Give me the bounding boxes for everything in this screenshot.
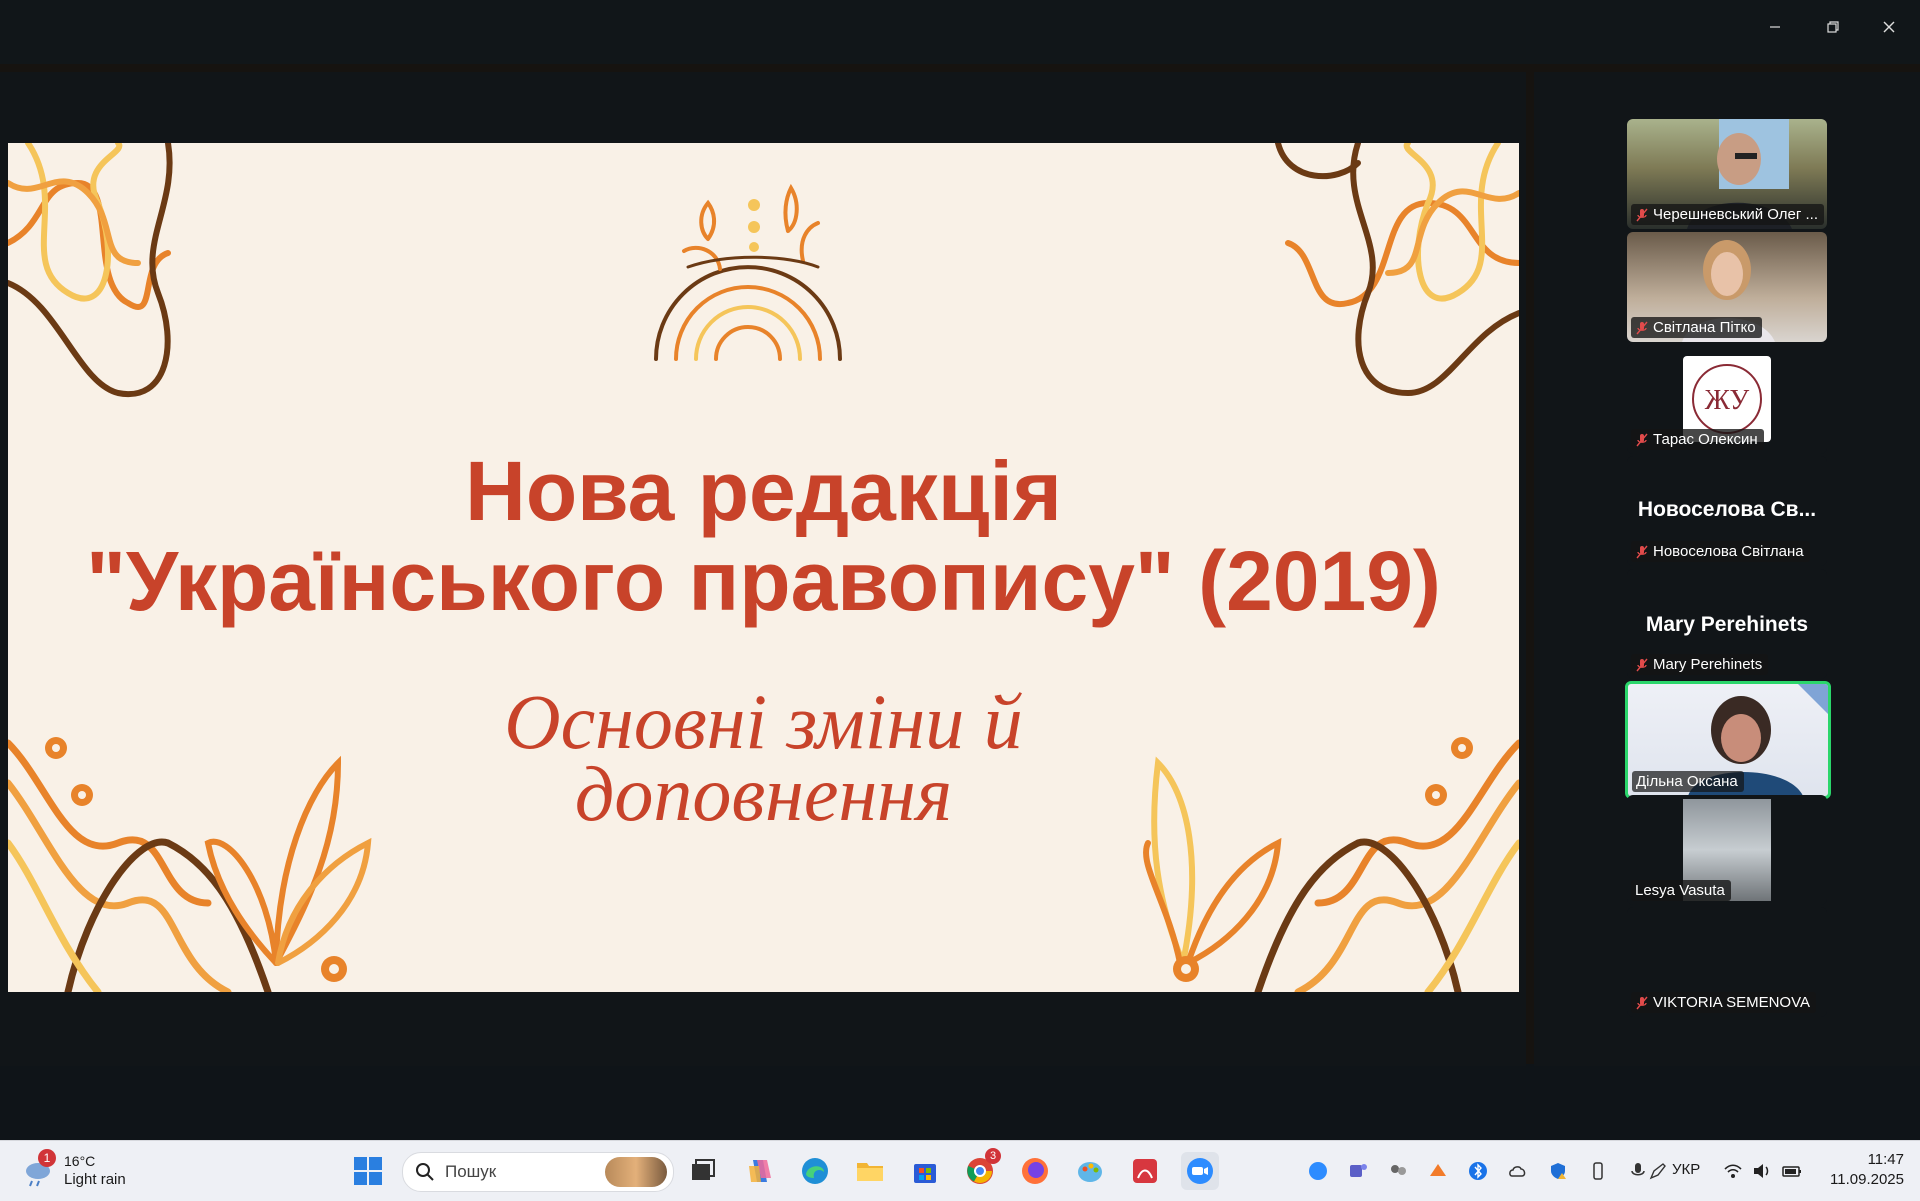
- participant-tile[interactable]: ЖУ Тарас Олексин: [1627, 344, 1827, 454]
- paint-icon[interactable]: [1071, 1152, 1109, 1190]
- volume-icon[interactable]: [1752, 1161, 1772, 1181]
- weather-temp: 16°C: [64, 1153, 96, 1169]
- weather-widget[interactable]: 1 16°C Light rain: [22, 1149, 132, 1191]
- muted-mic-icon: [1636, 545, 1648, 558]
- copilot-icon[interactable]: [741, 1152, 779, 1190]
- participant-tile[interactable]: VIKTORIA SEMENOVA: [1627, 907, 1827, 1017]
- close-icon[interactable]: [1866, 12, 1912, 42]
- people-icon[interactable]: [1388, 1161, 1408, 1181]
- participant-name-label: VIKTORIA SEMENOVA: [1631, 992, 1816, 1013]
- presentation-slide: Нова редакція "Українського правопису" (…: [8, 143, 1519, 992]
- search-icon: [416, 1163, 434, 1181]
- participant-name-label: Черешневський Олег ...: [1631, 204, 1825, 225]
- zoom-tray-icon[interactable]: [1308, 1161, 1328, 1181]
- taskbar-search[interactable]: Пошук: [402, 1152, 674, 1192]
- firefox-icon[interactable]: [1016, 1152, 1054, 1190]
- zoom-icon[interactable]: [1181, 1152, 1219, 1190]
- clock-time[interactable]: 11:47: [1820, 1151, 1904, 1168]
- participant-tile[interactable]: Новоселова Св... Новоселова Світлана: [1627, 456, 1827, 566]
- pen-icon[interactable]: [1648, 1161, 1668, 1181]
- participant-tile[interactable]: Mary Perehinets Mary Perehinets: [1627, 569, 1827, 679]
- chrome-icon[interactable]: 3: [961, 1148, 1001, 1190]
- participant-name-label: Mary Perehinets: [1631, 654, 1769, 675]
- clock-date[interactable]: 11.09.2025: [1814, 1171, 1904, 1188]
- muted-mic-icon: [1636, 208, 1648, 221]
- windows-taskbar: 1 16°C Light rain Пошук 3 УКР 11:47 11.0…: [0, 1140, 1920, 1201]
- muted-mic-icon: [1636, 658, 1648, 671]
- slide-title-line-2: "Українського правопису" (2019): [86, 534, 1441, 628]
- teams-icon[interactable]: [1348, 1161, 1368, 1181]
- participant-tile[interactable]: Черешневський Олег ...: [1627, 119, 1827, 229]
- ucu-logo-icon: ЖУ: [1692, 364, 1762, 434]
- battery-icon[interactable]: [1782, 1161, 1802, 1181]
- participant-name-label: Тарас Олексин: [1631, 429, 1764, 450]
- store-icon[interactable]: [906, 1152, 944, 1190]
- slide-subtitle-line-2: доповнення: [574, 750, 953, 837]
- usb-icon[interactable]: [1588, 1161, 1608, 1181]
- participant-name-label: Lesya Vasuta: [1631, 880, 1731, 901]
- window-titlebar: [0, 0, 1920, 64]
- mic-icon[interactable]: [1628, 1161, 1648, 1181]
- participant-display-name: Новоселова Св...: [1637, 498, 1817, 521]
- participant-name-label: Світлана Пітко: [1631, 317, 1762, 338]
- muted-mic-icon: [1636, 996, 1648, 1009]
- muted-mic-icon: [1636, 321, 1648, 334]
- participant-tile[interactable]: Світлана Пітко: [1627, 232, 1827, 342]
- minimize-icon[interactable]: [1752, 12, 1798, 42]
- cloud-icon[interactable]: [1508, 1161, 1528, 1181]
- task-view-icon[interactable]: [684, 1152, 722, 1190]
- participant-name-label: Дільна Оксана: [1632, 771, 1744, 792]
- participant-display-name: Mary Perehinets: [1645, 613, 1809, 636]
- restore-icon[interactable]: [1810, 12, 1856, 42]
- svg-text:ЖУ: ЖУ: [1705, 385, 1750, 416]
- participant-tile[interactable]: Lesya Vasuta: [1627, 795, 1827, 905]
- active-speaker-tile[interactable]: Дільна Оксана: [1625, 681, 1831, 799]
- weather-condition: Light rain: [64, 1171, 126, 1188]
- file-explorer-icon[interactable]: [851, 1152, 889, 1190]
- windows-start-icon[interactable]: [349, 1152, 387, 1190]
- participant-name-label: Новоселова Світлана: [1631, 541, 1810, 562]
- search-placeholder: Пошук: [445, 1162, 497, 1181]
- defender-icon[interactable]: [1548, 1161, 1568, 1181]
- chrome-badge: 3: [985, 1148, 1001, 1164]
- search-highlight-image: [605, 1157, 667, 1187]
- weather-badge: 1: [38, 1149, 56, 1167]
- wifi-icon[interactable]: [1723, 1161, 1743, 1181]
- language-indicator[interactable]: УКР: [1672, 1161, 1700, 1178]
- bluetooth-icon[interactable]: [1468, 1161, 1488, 1181]
- edge-icon[interactable]: [796, 1152, 834, 1190]
- slide-title-line-1: Нова редакція: [465, 444, 1062, 538]
- onedrive-icon[interactable]: [1428, 1161, 1448, 1181]
- muted-mic-icon: [1636, 433, 1648, 446]
- acrobat-icon[interactable]: [1126, 1152, 1164, 1190]
